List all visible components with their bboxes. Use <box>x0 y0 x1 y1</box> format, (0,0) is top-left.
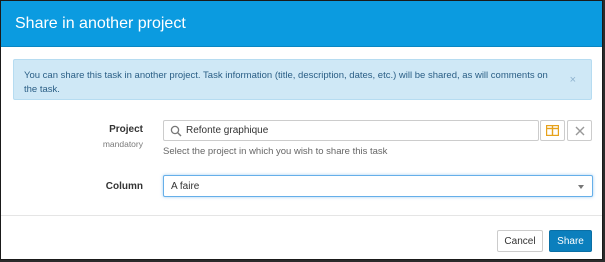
dialog-header: Share in another project <box>1 1 602 47</box>
close-icon <box>575 126 584 135</box>
clear-project-button[interactable] <box>567 120 592 141</box>
dialog-body: You can share this task in another proje… <box>1 47 602 215</box>
dialog-title: Share in another project <box>15 14 186 32</box>
column-select[interactable]: A faire <box>163 175 593 197</box>
project-help-text: Select the project in which you wish to … <box>163 146 388 157</box>
project-mandatory-label: mandatory <box>102 139 143 149</box>
info-alert: You can share this task in another proje… <box>13 59 592 100</box>
chevron-down-icon <box>578 185 584 189</box>
cancel-button[interactable]: Cancel <box>497 230 543 252</box>
project-label: Project <box>109 124 143 135</box>
alert-close-icon[interactable]: × <box>570 74 576 86</box>
search-icon <box>170 125 182 136</box>
share-button[interactable]: Share <box>549 230 592 252</box>
project-input[interactable]: Refonte graphique <box>163 120 539 141</box>
column-label: Column <box>105 181 143 192</box>
browse-project-button[interactable] <box>540 120 565 141</box>
alert-message: You can share this task in another proje… <box>24 70 548 95</box>
project-value: Refonte graphique <box>186 125 269 136</box>
folder-browse-icon <box>546 125 559 136</box>
column-value: A faire <box>171 180 200 192</box>
share-dialog: Share in another project You can share t… <box>0 0 603 260</box>
dialog-footer: Cancel Share <box>1 215 602 260</box>
